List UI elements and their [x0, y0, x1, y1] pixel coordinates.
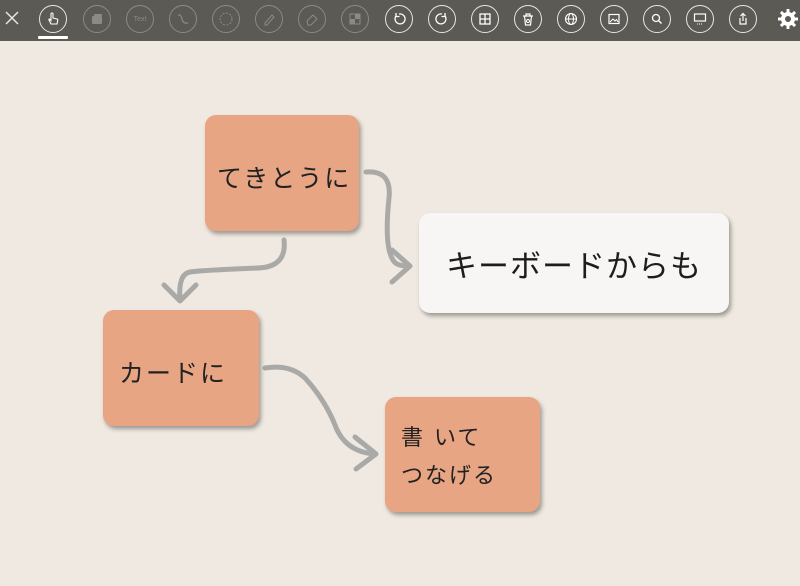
- card-kaite-line1: 書 いて: [401, 426, 482, 451]
- card-cardoni[interactable]: カードに: [103, 310, 259, 426]
- card-keyboard-text: キーボードからも: [446, 248, 702, 285]
- card-tekitouni[interactable]: てきとうに: [205, 115, 359, 231]
- card-tekitouni-text: てきとうに: [217, 164, 352, 193]
- connector-tekitouni-to-cardoni: [177, 237, 287, 303]
- card-kaite[interactable]: 書 いて つなげる: [385, 397, 540, 512]
- card-cardoni-text: カードに: [119, 359, 228, 388]
- card-keyboard[interactable]: キーボードからも: [419, 213, 729, 313]
- connector-tekitouni-to-keyboard: [363, 169, 411, 269]
- card-kaite-line2: つなげる: [401, 464, 498, 489]
